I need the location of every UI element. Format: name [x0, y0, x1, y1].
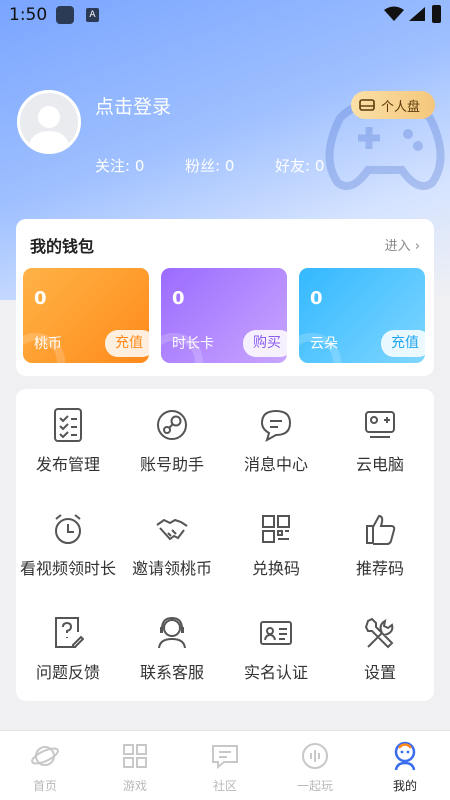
qr-code-icon [262, 515, 290, 543]
menu-publish-management[interactable]: 发布管理 [16, 389, 120, 489]
wallet-panel: 我的钱包 进入 › 0 桃币 充值 0 时长卡 购买 0 云朵 充值 [16, 219, 434, 376]
headset-icon [158, 616, 186, 649]
signal-icon [409, 7, 425, 21]
tab-mine[interactable]: 我的 [360, 731, 450, 800]
avatar[interactable] [17, 90, 81, 154]
card-name: 桃币 [34, 336, 62, 352]
menu-settings[interactable]: 设置 [328, 597, 432, 697]
menu-label: 设置 [363, 663, 396, 682]
tab-community[interactable]: 社区 [180, 731, 270, 800]
notification-letter-icon: A [86, 8, 99, 22]
checklist-icon [54, 408, 82, 442]
profile-icon [394, 741, 416, 771]
tab-label: 游戏 [122, 779, 147, 793]
notification-square-icon [56, 6, 74, 24]
buy-button[interactable]: 购买 [243, 330, 287, 357]
grid-icon [123, 744, 147, 768]
alarm-clock-icon [55, 514, 81, 544]
bottom-tab-bar: 首页 游戏 社区 一起玩 我的 [0, 730, 450, 800]
menu-referral-code[interactable]: 推荐码 [328, 493, 432, 593]
voice-icon [302, 743, 328, 769]
menu-label: 云电脑 [355, 455, 404, 474]
wallet-enter-link[interactable]: 进入 › [385, 235, 420, 254]
tab-label: 社区 [212, 779, 237, 793]
menu-customer-service[interactable]: 联系客服 [120, 597, 224, 697]
menu-cloud-pc[interactable]: 云电脑 [328, 389, 432, 489]
tab-label: 首页 [32, 779, 57, 793]
menu-redeem-code[interactable]: 兑换码 [224, 493, 328, 593]
feature-grid: 发布管理 账号助手 消息中心 云电脑 看视频领时长 邀请领桃币 兑换码 推荐码 … [16, 389, 434, 701]
fans-count[interactable]: 粉丝: 0 [185, 155, 234, 176]
status-time: 1:50 [9, 5, 48, 25]
disk-icon [359, 99, 375, 111]
follow-count[interactable]: 关注: 0 [95, 155, 144, 176]
status-bar: 1:50 A [0, 0, 450, 30]
wallet-card-time-card[interactable]: 0 时长卡 购买 [161, 268, 287, 363]
friends-count[interactable]: 好友: 0 [275, 155, 324, 176]
wallet-title: 我的钱包 [30, 237, 95, 256]
tab-home[interactable]: 首页 [0, 731, 90, 800]
menu-message-center[interactable]: 消息中心 [224, 389, 328, 489]
wallet-card-peach-coin[interactable]: 0 桃币 充值 [23, 268, 149, 363]
menu-feedback[interactable]: 问题反馈 [16, 597, 120, 697]
chat-bubble-icon [260, 409, 292, 443]
wifi-icon [384, 6, 404, 21]
card-value: 0 [310, 288, 323, 309]
tab-games[interactable]: 游戏 [90, 731, 180, 800]
recharge-button[interactable]: 充值 [381, 330, 425, 357]
feedback-icon [55, 617, 84, 648]
menu-real-name-auth[interactable]: 实名认证 [224, 597, 328, 697]
handshake-icon [156, 518, 188, 541]
battery-icon [432, 5, 441, 23]
recharge-button[interactable]: 充值 [105, 330, 149, 357]
message-icon [212, 745, 238, 770]
planet-icon [31, 746, 59, 766]
thumbs-up-icon [366, 514, 396, 545]
id-card-icon [260, 621, 292, 645]
card-name: 云朵 [310, 336, 338, 352]
card-name: 时长卡 [172, 336, 214, 352]
menu-invite[interactable]: 邀请领桃币 [120, 493, 224, 593]
tools-icon [364, 617, 394, 649]
tab-play-together[interactable]: 一起玩 [270, 731, 360, 800]
personal-disk-label: 个人盘 [381, 99, 421, 115]
menu-label: 推荐码 [355, 559, 404, 578]
cloud-pc-icon [365, 411, 395, 438]
personal-disk-button[interactable]: 个人盘 [351, 91, 435, 119]
tab-label: 一起玩 [296, 779, 333, 793]
steam-icon [157, 410, 187, 440]
menu-account-helper[interactable]: 账号助手 [120, 389, 224, 489]
tab-label: 我的 [392, 779, 417, 793]
menu-watch-video[interactable]: 看视频领时长 [16, 493, 120, 593]
card-value: 0 [34, 288, 47, 309]
login-prompt[interactable]: 点击登录 [95, 92, 171, 119]
card-value: 0 [172, 288, 185, 309]
wallet-card-cloud[interactable]: 0 云朵 充值 [299, 268, 425, 363]
